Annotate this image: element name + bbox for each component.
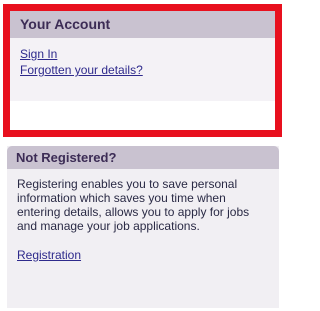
not-registered-body: Registering enables you to save personal… xyxy=(7,169,279,263)
account-sidebar: Your Account Sign In Forgotten your deta… xyxy=(0,0,285,311)
your-account-heading: Your Account xyxy=(10,11,275,38)
your-account-body: Sign In Forgotten your details? xyxy=(10,38,275,101)
registration-link[interactable]: Registration xyxy=(17,247,269,263)
sign-in-link[interactable]: Sign In xyxy=(20,46,275,62)
not-registered-panel: Not Registered? Registering enables you … xyxy=(7,146,279,308)
forgotten-details-link[interactable]: Forgotten your details? xyxy=(20,62,275,78)
not-registered-heading: Not Registered? xyxy=(7,146,279,169)
registration-description: Registering enables you to save personal… xyxy=(17,177,250,233)
your-account-panel: Your Account Sign In Forgotten your deta… xyxy=(3,4,282,137)
